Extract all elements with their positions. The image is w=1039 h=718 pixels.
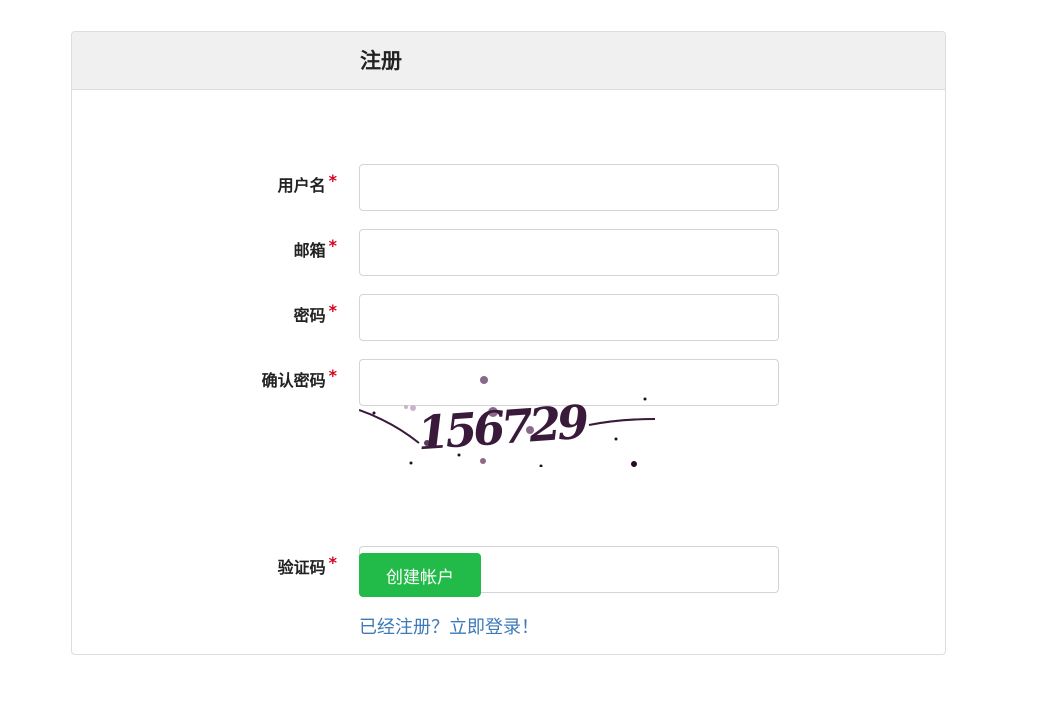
required-mark: *	[328, 553, 337, 572]
login-link[interactable]: 已经注册？立即登录！	[359, 617, 539, 639]
required-mark: *	[328, 301, 337, 320]
password-input[interactable]	[359, 294, 779, 341]
email-input[interactable]	[359, 229, 779, 276]
page-title: 注册	[360, 49, 402, 73]
password-label: 密码 *	[293, 301, 337, 325]
username-label: 用户名 *	[277, 171, 337, 195]
captcha-label: 验证码 *	[277, 553, 337, 577]
required-mark: *	[328, 236, 337, 255]
captcha-text: 156729	[415, 395, 589, 461]
required-mark: *	[328, 171, 337, 190]
email-label: 邮箱 *	[293, 236, 337, 260]
captcha-image[interactable]: 156729	[359, 375, 659, 467]
create-account-button[interactable]: 创建帐户	[359, 553, 481, 597]
register-panel: 注册 用户名 * 邮箱 * 密码 * 确认密码 * 156729 验证码 * 创…	[71, 31, 946, 655]
confirm-password-label: 确认密码 *	[261, 366, 337, 390]
required-mark: *	[328, 366, 337, 385]
panel-heading: 注册	[72, 32, 945, 90]
username-input[interactable]	[359, 164, 779, 211]
